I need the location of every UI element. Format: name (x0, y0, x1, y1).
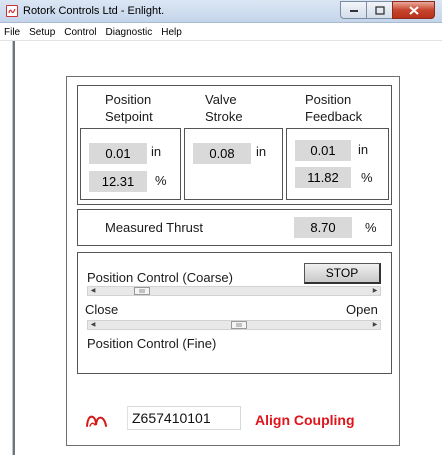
serial-number-field: Z657410101 (127, 406, 241, 430)
position-setpoint-label-1: Position (105, 92, 152, 107)
position-setpoint-pct-field: 12.31 (89, 171, 147, 192)
app-window: Rotork Controls Ltd - Enlight. File Setu… (0, 0, 442, 455)
coarse-slider-thumb[interactable] (134, 287, 150, 295)
fine-slider[interactable]: ◀ ▶ (87, 320, 381, 330)
title-bar: Rotork Controls Ltd - Enlight. (0, 0, 442, 23)
menu-control[interactable]: Control (60, 27, 101, 38)
close-label: Close (85, 302, 119, 317)
position-feedback-box (286, 128, 389, 200)
menu-help[interactable]: Help (157, 27, 187, 38)
window-controls (340, 1, 435, 19)
fine-slider-thumb[interactable] (231, 321, 247, 329)
valve-stroke-in-field: 0.08 (193, 143, 251, 164)
menu-setup[interactable]: Setup (25, 27, 60, 38)
position-feedback-in-field: 0.01 (295, 140, 351, 161)
fine-slider-left-arrow[interactable]: ◀ (88, 321, 98, 329)
close-icon (408, 5, 419, 15)
app-icon[interactable] (6, 5, 18, 17)
valve-stroke-box (184, 128, 283, 200)
left-frame-shadow (13, 41, 15, 455)
maximize-button[interactable] (366, 1, 392, 19)
status-message: Align Coupling (255, 412, 355, 428)
measured-thrust-field: 8.70 (294, 217, 352, 238)
maximize-icon (374, 5, 385, 15)
menu-diagnostic[interactable]: Diagnostic (102, 27, 158, 38)
stop-button[interactable]: STOP (304, 263, 381, 284)
coarse-control-label: Position Control (Coarse) (87, 270, 233, 285)
rotork-logo-icon (86, 415, 107, 427)
position-setpoint-pct-unit: % (155, 173, 167, 188)
close-button[interactable] (392, 1, 435, 19)
position-feedback-in-unit: in (358, 142, 369, 157)
coarse-slider-left-arrow[interactable]: ◀ (88, 287, 98, 295)
coarse-slider-right-arrow[interactable]: ▶ (370, 287, 380, 295)
position-feedback-pct-unit: % (361, 170, 373, 185)
valve-stroke-label-2: Stroke (205, 109, 243, 124)
position-feedback-label-2: Feedback (305, 109, 363, 124)
measured-thrust-unit: % (365, 220, 377, 235)
position-setpoint-label-2: Setpoint (105, 109, 153, 124)
position-setpoint-in-field: 0.01 (89, 143, 147, 164)
coarse-slider[interactable]: ◀ ▶ (87, 286, 381, 296)
menu-bar: File Setup Control Diagnostic Help (0, 24, 442, 41)
position-setpoint-in-unit: in (151, 144, 162, 159)
minimize-button[interactable] (340, 1, 366, 19)
menu-file[interactable]: File (0, 27, 25, 38)
valve-stroke-label-1: Valve (205, 92, 237, 107)
valve-stroke-in-unit: in (256, 144, 267, 159)
fine-slider-right-arrow[interactable]: ▶ (370, 321, 380, 329)
position-feedback-pct-field: 11.82 (295, 167, 351, 188)
measured-thrust-label: Measured Thrust (105, 220, 204, 235)
open-label: Open (346, 302, 378, 317)
fine-control-label: Position Control (Fine) (87, 336, 217, 351)
minimize-icon (349, 10, 358, 12)
position-feedback-label-1: Position (305, 92, 352, 107)
window-title: Rotork Controls Ltd - Enlight. (23, 5, 165, 17)
